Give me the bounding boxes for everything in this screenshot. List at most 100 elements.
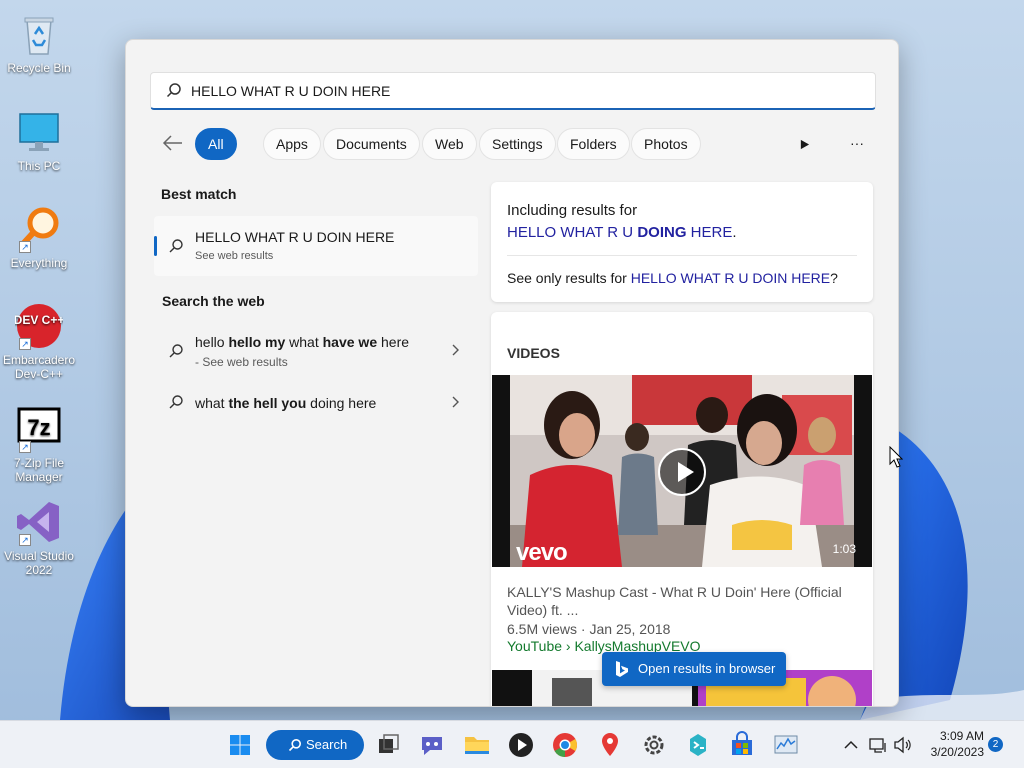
filter-photos[interactable]: Photos <box>631 128 701 160</box>
media-player-icon <box>509 733 533 757</box>
corrected-query-link[interactable]: HELLO WHAT R U DOING HERE. <box>507 224 737 241</box>
clock-date: 3/20/2023 <box>930 745 984 759</box>
divider <box>507 255 857 256</box>
desktop-icon-everything[interactable]: ↗ Everything <box>0 205 78 270</box>
search-icon <box>169 239 183 253</box>
play-icon[interactable] <box>790 130 818 156</box>
original-query-link[interactable]: HELLO WHAT R U DOIN HERE <box>631 270 830 286</box>
desktop-icon-7zip[interactable]: 7z ↗ 7-Zip File Manager <box>0 405 78 484</box>
visual-studio-icon: ↗ <box>15 498 63 546</box>
taskbar-search-button[interactable]: Search <box>266 730 364 760</box>
search-box[interactable] <box>150 72 876 110</box>
task-view-icon <box>379 734 399 753</box>
vevo-watermark: vevo <box>516 539 568 566</box>
spelling-correction-card: Including results for HELLO WHAT R U DOI… <box>491 182 873 302</box>
desktop-icon-label: Everything <box>10 256 68 270</box>
search-icon <box>169 395 183 409</box>
filter-bar: All Apps Documents Web Settings Folders … <box>150 126 876 160</box>
video-title-link[interactable]: KALLY'S Mashup Cast - What R U Doin' Her… <box>507 583 857 619</box>
chevron-up-icon <box>844 740 858 749</box>
gear-icon <box>644 735 664 755</box>
filter-all[interactable]: All <box>195 128 237 160</box>
web-suggestion-2[interactable]: what the hell you doing here <box>154 386 478 418</box>
shortcut-arrow-icon: ↗ <box>19 441 31 453</box>
chevron-right-icon <box>452 396 459 408</box>
show-hidden-icons-button[interactable] <box>841 735 861 755</box>
folder-icon <box>465 737 489 754</box>
svg-text:DEV C++: DEV C++ <box>15 313 63 327</box>
filter-documents[interactable]: Documents <box>323 128 420 160</box>
video-meta: 6.5M views · Jan 25, 2018 <box>507 621 671 637</box>
7zip-icon: 7z ↗ <box>15 405 63 453</box>
web-suggestion-1[interactable]: hello hello my what have we here - See w… <box>154 324 478 374</box>
desktop-icon-label: This PC <box>17 159 61 173</box>
store-icon <box>732 731 752 755</box>
clock[interactable]: 3:09 AM 3/20/2023 <box>916 728 984 760</box>
selection-indicator <box>154 236 157 256</box>
volume-button[interactable] <box>892 735 912 755</box>
start-button[interactable] <box>224 729 256 761</box>
filter-apps[interactable]: Apps <box>263 128 321 160</box>
search-icon <box>169 344 183 358</box>
best-match-title: HELLO WHAT R U DOIN HERE <box>195 229 395 245</box>
chrome-button[interactable] <box>549 729 581 761</box>
performance-monitor-button[interactable] <box>770 729 802 761</box>
filter-web[interactable]: Web <box>422 128 477 160</box>
search-icon <box>288 739 301 752</box>
file-explorer-button[interactable] <box>461 729 493 761</box>
videos-heading: VIDEOS <box>507 345 560 361</box>
monitor-icon <box>15 108 63 156</box>
video-thumbnail[interactable]: vevo 1:03 <box>492 375 872 567</box>
desktop-icon-label: Embarcadero Dev-C++ <box>2 353 76 381</box>
recycle-bin-icon <box>15 10 63 58</box>
desktop-icon-devcpp[interactable]: DEV C++ ↗ Embarcadero Dev-C++ <box>0 302 78 381</box>
best-match-item[interactable]: HELLO WHAT R U DOIN HERE See web results <box>154 216 478 276</box>
shortcut-arrow-icon: ↗ <box>19 534 31 546</box>
network-button[interactable] <box>868 735 888 755</box>
microsoft-store-button[interactable] <box>726 729 758 761</box>
filter-settings[interactable]: Settings <box>479 128 556 160</box>
app-icon <box>690 734 706 756</box>
video-duration: 1:03 <box>832 542 856 556</box>
chevron-right-icon <box>452 344 459 356</box>
devcpp-icon: DEV C++ ↗ <box>15 302 63 350</box>
best-match-subtitle: See web results <box>195 250 274 262</box>
taskbar-search-label: Search <box>306 737 348 752</box>
desktop-icon-this-pc[interactable]: This PC <box>0 108 78 173</box>
map-pin-icon <box>602 733 618 756</box>
bing-icon <box>616 661 628 677</box>
chrome-icon <box>553 733 577 757</box>
teams-chat-button[interactable] <box>416 729 448 761</box>
play-video-button[interactable] <box>658 448 706 496</box>
search-icon <box>166 83 181 98</box>
only-results-line: See only results for HELLO WHAT R U DOIN… <box>507 270 838 286</box>
shortcut-arrow-icon: ↗ <box>19 241 31 253</box>
media-player-button[interactable] <box>505 729 537 761</box>
web-suggestion-text: hello hello my what have we here <box>195 334 410 350</box>
best-match-heading: Best match <box>161 186 237 202</box>
visual-studio-code-button[interactable] <box>682 729 714 761</box>
desktop-icon-visual-studio[interactable]: ↗ Visual Studio 2022 <box>0 498 78 577</box>
svg-text:7z: 7z <box>27 415 50 440</box>
shortcut-arrow-icon: ↗ <box>19 338 31 350</box>
settings-button[interactable] <box>638 729 670 761</box>
filter-folders[interactable]: Folders <box>557 128 630 160</box>
more-options-icon[interactable]: ··· <box>843 130 871 156</box>
notification-badge[interactable]: 2 <box>988 737 1003 752</box>
search-flyout: All Apps Documents Web Settings Folders … <box>125 39 899 707</box>
network-icon <box>869 738 886 753</box>
web-suggestion-subtitle: - See web results <box>195 355 288 369</box>
open-in-browser-label: Open results in browser <box>638 661 776 676</box>
back-arrow-icon[interactable] <box>162 133 184 153</box>
windows-logo-icon <box>230 735 250 755</box>
mouse-cursor-icon <box>889 446 903 468</box>
desktop-icon-label: 7-Zip File Manager <box>13 456 64 484</box>
search-input[interactable] <box>191 73 861 109</box>
videos-card: VIDEOS vevo 1:03 KALLY'S Mashup Cast - W… <box>491 312 873 706</box>
open-in-browser-button[interactable]: Open results in browser <box>602 652 786 686</box>
search-web-heading: Search the web <box>162 293 265 309</box>
desktop-icon-recycle-bin[interactable]: Recycle Bin <box>0 10 78 75</box>
web-suggestion-text: what the hell you doing here <box>195 395 377 411</box>
maps-button[interactable] <box>594 729 626 761</box>
task-view-button[interactable] <box>372 729 404 761</box>
